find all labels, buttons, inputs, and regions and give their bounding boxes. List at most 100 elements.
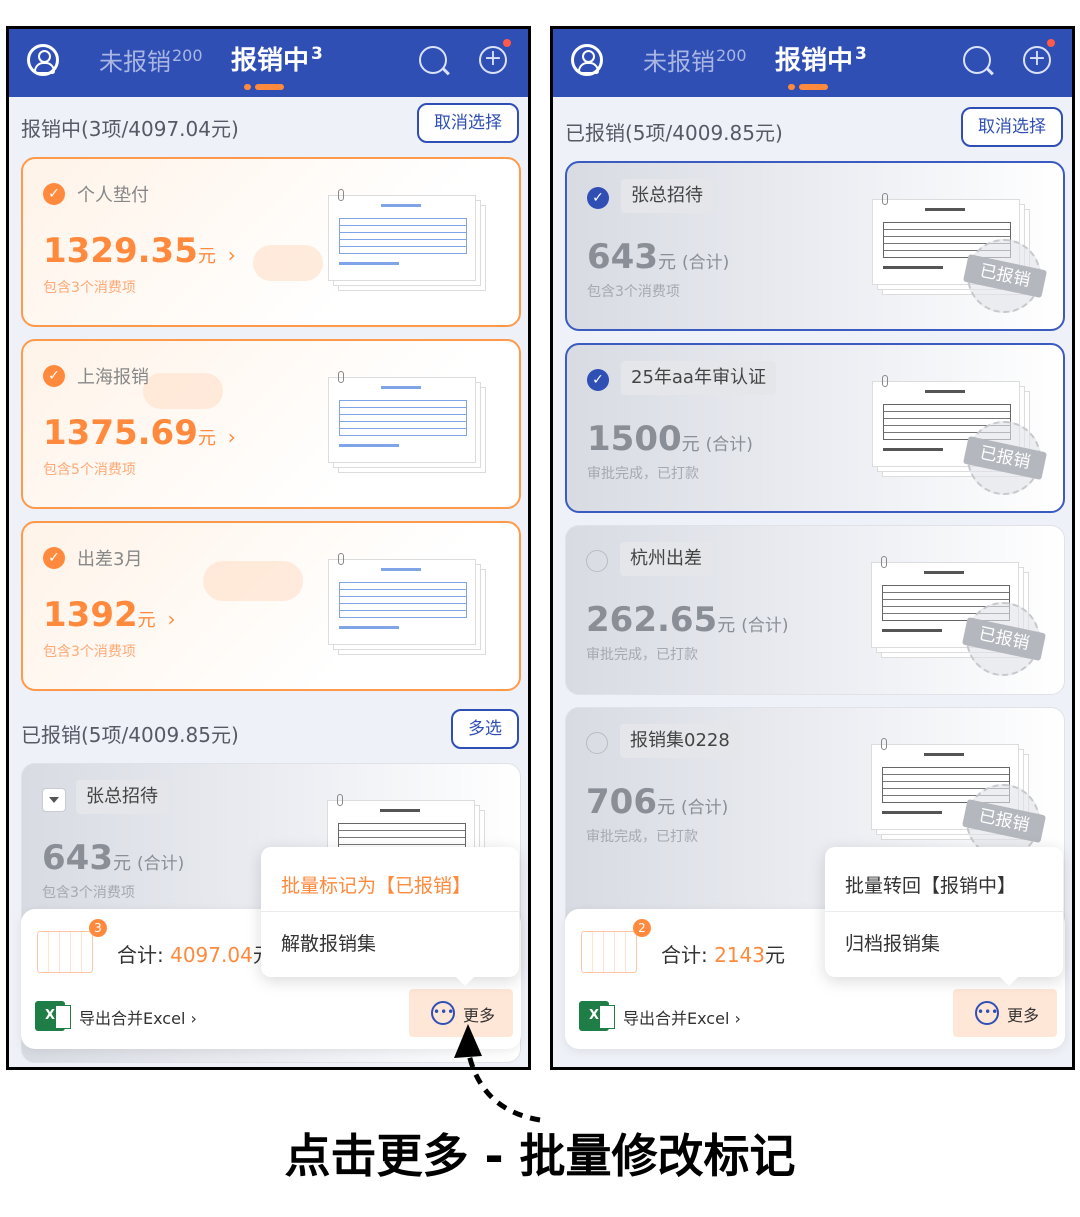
amount-value: 1392 [43, 595, 138, 635]
cancel-select-button[interactable]: 取消选择 [961, 107, 1063, 147]
table-sheet-icon [37, 931, 93, 973]
expense-set-card[interactable]: ✓ 出差3月 1392元 › 包含3个消费项 [21, 521, 521, 691]
amount-unit: 元 [656, 797, 675, 818]
amount-unit: 元 [657, 252, 676, 273]
card-title: 张总招待 [76, 780, 168, 814]
caption-text: 点击更多 - 批量修改标记 [284, 1129, 796, 1183]
archive-set-menu-item[interactable]: 归档报销集 [845, 929, 940, 956]
more-button[interactable]: ••• 更多 [953, 989, 1057, 1037]
expense-set-card[interactable]: ✓ 25年aa年审认证 1500元 (合计) 审批完成，已打款 已报销 [565, 343, 1065, 513]
reimbursement-form-thumbnail [328, 189, 486, 291]
add-circle-icon[interactable]: + [1023, 46, 1051, 74]
user-circle-icon[interactable] [27, 44, 59, 76]
dropdown-caret-icon[interactable] [42, 788, 66, 812]
total-unit: 元 [765, 943, 786, 967]
selected-count-badge: 2 [633, 919, 651, 937]
selected-count-badge: 3 [89, 919, 107, 937]
reimbursement-form-thumbnail: 已报销 [872, 193, 1048, 313]
amount-unit: 元 [112, 853, 131, 874]
card-amount: 643元 (合计) [587, 237, 729, 277]
export-excel-link[interactable]: 导出合并Excel › [623, 1005, 741, 1029]
tab-indicator [244, 84, 284, 90]
menu-divider [261, 911, 519, 912]
reimbursement-form-thumbnail [328, 553, 486, 655]
expense-set-card[interactable]: ✓ 个人垫付 1329.35元 › 包含3个消费项 [21, 157, 521, 327]
check-circle-icon[interactable]: ✓ [43, 547, 65, 569]
user-circle-icon[interactable] [571, 44, 603, 76]
total-value: 4097.04 [170, 943, 253, 967]
expense-set-card[interactable]: ✓ 张总招待 643元 (合计) 包含3个消费项 已报销 [565, 161, 1065, 331]
more-label: 更多 [1007, 1006, 1040, 1025]
unchecked-circle-icon[interactable] [586, 732, 608, 754]
check-circle-icon[interactable]: ✓ [43, 365, 65, 387]
check-circle-icon[interactable]: ✓ [43, 183, 65, 205]
unchecked-circle-icon[interactable] [586, 550, 608, 572]
mark-reimbursed-menu-item[interactable]: 批量标记为【已报销】 [281, 871, 471, 898]
chevron-right-icon: › [227, 425, 236, 449]
tab-unreimbursed[interactable]: 未报销200 [99, 42, 203, 77]
card-title: 上海报销 [77, 367, 149, 388]
amount-value: 1329.35 [43, 231, 198, 271]
amount-unit: 元 [681, 434, 700, 455]
paperclip-icon [338, 189, 344, 201]
card-title: 报销集0228 [620, 724, 740, 758]
cloud-decoration [143, 373, 223, 409]
paperclip-icon [881, 738, 887, 750]
card-title: 杭州出差 [620, 542, 712, 576]
card-subtitle: 审批完成，已打款 [586, 829, 698, 845]
card-subtitle: 包含3个消费项 [43, 644, 136, 660]
tab-label: 报销中 [231, 46, 310, 76]
reimbursement-form-thumbnail: 已报销 [872, 375, 1048, 495]
card-title: 25年aa年审认证 [621, 361, 776, 395]
tab-label: 未报销 [643, 48, 715, 76]
amount-unit: 元 [717, 615, 736, 636]
notification-dot [503, 39, 511, 47]
top-nav-bar: 未报销200 报销中 3 + [553, 29, 1072, 97]
cancel-select-button[interactable]: 取消选择 [417, 103, 519, 143]
expense-set-card[interactable]: 杭州出差 262.65元 (合计) 审批完成，已打款 已报销 [565, 525, 1065, 695]
excel-icon[interactable]: X [35, 1001, 71, 1031]
expense-set-card[interactable]: ✓ 上海报销 1375.69元 › 包含5个消费项 [21, 339, 521, 509]
total-amount: 合计: 2143元 [661, 939, 785, 968]
more-dots-icon: ••• [975, 1001, 999, 1025]
paperclip-icon [338, 553, 344, 565]
card-amount: 1375.69元 › [43, 413, 236, 453]
check-circle-icon[interactable]: ✓ [587, 369, 609, 391]
tab-label: 未报销 [99, 48, 171, 76]
menu-divider [825, 911, 1063, 912]
left-phone-panel: 未报销200 报销中 3 + 报销中(3项/4097.04元) 取消选择 ✓ 个人… [6, 26, 531, 1070]
add-circle-icon[interactable]: + [479, 46, 507, 74]
card-subtitle: 包含5个消费项 [43, 462, 136, 478]
search-icon[interactable] [419, 46, 447, 74]
stamp-label: 已报销 [962, 253, 1048, 299]
stamp-label: 已报销 [962, 435, 1048, 481]
check-circle-icon[interactable]: ✓ [587, 187, 609, 209]
amount-unit: 元 [197, 246, 216, 267]
multi-select-button[interactable]: 多选 [451, 709, 519, 749]
excel-icon[interactable]: X [579, 1001, 615, 1031]
top-nav-bar: 未报销200 报销中 3 + [9, 29, 528, 97]
card-subtitle: 审批完成，已打款 [587, 466, 699, 482]
reimbursed-stamp: 已报销 [961, 602, 1047, 676]
more-actions-popup: 批量转回【报销中】 归档报销集 [825, 847, 1063, 986]
card-amount: 262.65元 (合计) [586, 600, 788, 640]
paperclip-icon [882, 375, 888, 387]
export-excel-link[interactable]: 导出合并Excel › [79, 1005, 197, 1029]
revert-to-reimbursing-menu-item[interactable]: 批量转回【报销中】 [845, 871, 1016, 898]
tab-reimbursing[interactable]: 报销中 3 [775, 40, 867, 77]
table-sheet-icon [581, 931, 637, 973]
total-value: 2143 [714, 943, 766, 967]
card-subtitle: 包含3个消费项 [587, 284, 680, 300]
tab-count: 200 [172, 46, 203, 65]
card-amount: 1500元 (合计) [587, 419, 753, 459]
reimbursed-stamp: 已报销 [962, 239, 1048, 313]
tab-unreimbursed[interactable]: 未报销200 [643, 42, 747, 77]
search-icon[interactable] [963, 46, 991, 74]
tab-reimbursing[interactable]: 报销中 3 [231, 40, 323, 77]
dissolve-set-menu-item[interactable]: 解散报销集 [281, 929, 376, 956]
card-amount: 643元 (合计) [42, 838, 184, 878]
amount-value: 1375.69 [43, 413, 198, 453]
more-actions-popup: 批量标记为【已报销】 解散报销集 [261, 847, 519, 986]
cloud-decoration [253, 245, 323, 281]
card-subtitle: 包含3个消费项 [43, 280, 136, 296]
